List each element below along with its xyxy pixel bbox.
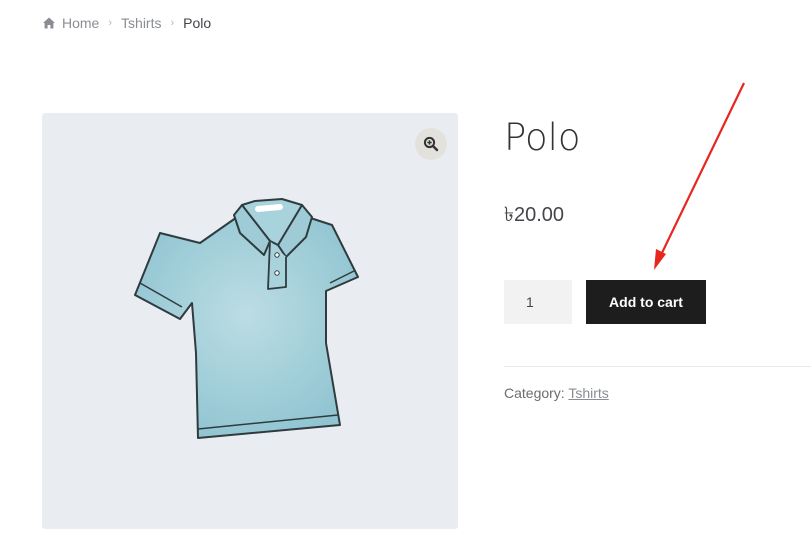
home-icon: [43, 17, 55, 29]
breadcrumb: Home › Tshirts › Polo: [42, 14, 211, 32]
product-price: ৳20.00: [504, 204, 565, 226]
chevron-right-icon: ›: [108, 17, 113, 29]
breadcrumb-current: Polo: [183, 15, 212, 31]
breadcrumb-category-link[interactable]: Tshirts: [121, 15, 161, 31]
add-to-cart-form: Add to cart: [504, 280, 706, 324]
chevron-right-icon: ›: [170, 17, 175, 29]
product-meta: Category: Tshirts: [504, 385, 609, 401]
product-gallery[interactable]: [42, 113, 458, 529]
divider: [504, 366, 811, 367]
product-title: Polo: [504, 116, 581, 159]
add-to-cart-button[interactable]: Add to cart: [586, 280, 706, 324]
quantity-input[interactable]: [504, 280, 572, 324]
breadcrumb-home-link[interactable]: Home: [62, 15, 99, 31]
gallery-zoom-button[interactable]: [415, 128, 447, 160]
category-link[interactable]: Tshirts: [568, 385, 608, 401]
product-image: [134, 198, 359, 439]
category-label: Category:: [504, 385, 565, 401]
zoom-in-icon: [423, 136, 439, 152]
